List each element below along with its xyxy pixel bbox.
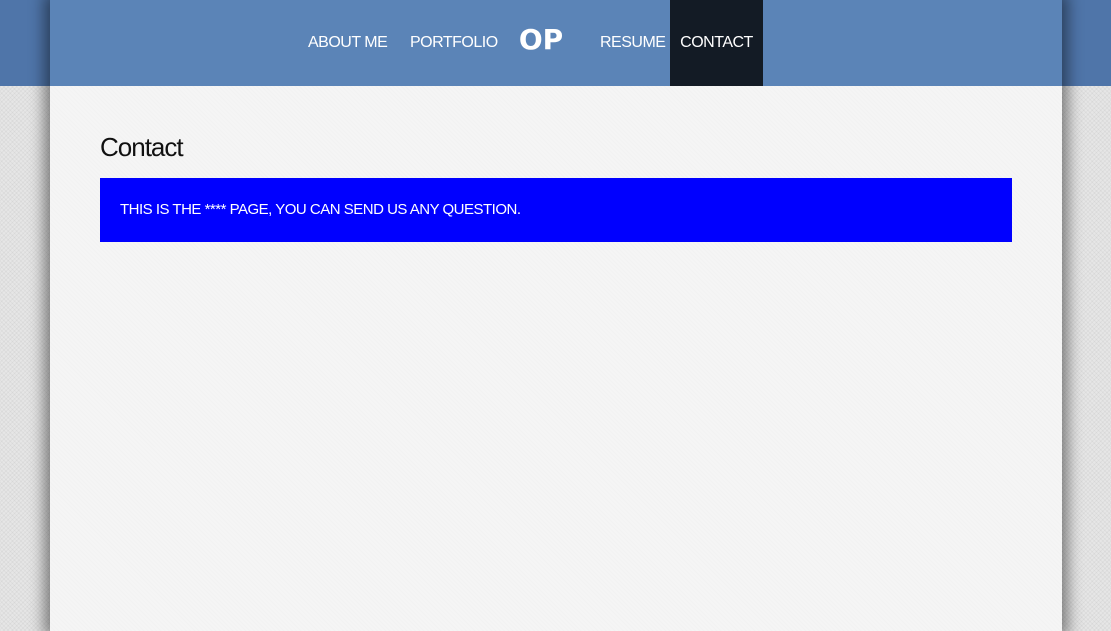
site-logo[interactable]: OP bbox=[516, 0, 566, 86]
nav-portfolio[interactable]: PORTFOLIO bbox=[410, 0, 498, 86]
main-navbar: ABOUT ME PORTFOLIO OP RESUME CONTACT bbox=[50, 0, 1062, 86]
nav-contact-active[interactable]: CONTACT bbox=[670, 0, 763, 86]
page-container: ABOUT ME PORTFOLIO OP RESUME CONTACT Con… bbox=[50, 0, 1062, 631]
main-content: Contact THIS IS THE **** PAGE, YOU CAN S… bbox=[100, 130, 1012, 242]
nav-resume[interactable]: RESUME bbox=[600, 0, 666, 86]
page-title: Contact bbox=[100, 132, 184, 162]
contact-message-box: THIS IS THE **** PAGE, YOU CAN SEND US A… bbox=[100, 178, 1012, 242]
nav-about-me[interactable]: ABOUT ME bbox=[308, 0, 388, 86]
contact-message-text: THIS IS THE **** PAGE, YOU CAN SEND US A… bbox=[120, 201, 521, 218]
